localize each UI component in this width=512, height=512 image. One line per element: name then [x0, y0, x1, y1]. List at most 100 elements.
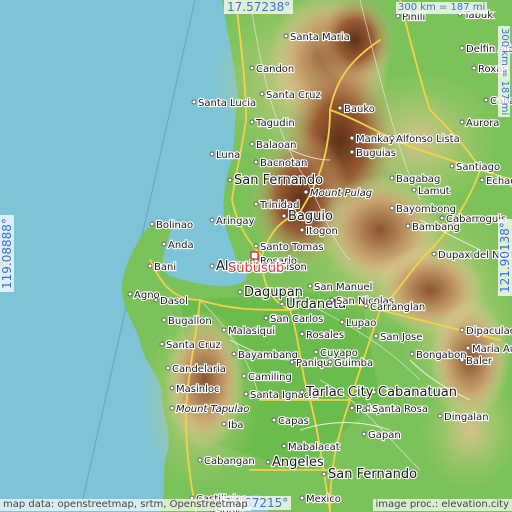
place-dot	[209, 263, 215, 269]
map-credit: map data: openstreetmap, srtm, Openstree…	[0, 499, 251, 511]
place-dot	[209, 151, 215, 157]
place-label: Iba	[228, 420, 243, 431]
place-dot	[197, 457, 203, 463]
place-label: Bagabag	[396, 174, 440, 185]
place-dot	[209, 217, 215, 223]
place-label: San Fernando	[328, 467, 417, 482]
place-label: Malasiqui	[228, 326, 275, 337]
place-label: Masinloc	[176, 384, 219, 395]
place-dot	[389, 175, 395, 181]
place-label: Dipaculao	[466, 326, 512, 337]
place-label: Buguias	[356, 148, 396, 159]
place-dot	[361, 431, 367, 437]
place-label: Mabalacat	[288, 442, 340, 453]
place-dot	[241, 373, 247, 379]
place-dot	[149, 221, 155, 227]
place-dot	[253, 243, 259, 249]
place-label: Paniqui	[296, 358, 332, 369]
place-dot	[249, 119, 255, 125]
place-dot	[349, 405, 355, 411]
place-label: Balaoan	[256, 140, 296, 151]
place-label: Dasol	[160, 296, 188, 307]
place-dot	[263, 315, 269, 321]
place-dot	[449, 163, 455, 169]
place-label: San Jose	[380, 332, 422, 343]
latitude-top-label: 17.57238°	[224, 0, 294, 14]
place-dot	[237, 289, 243, 295]
place-dot	[483, 97, 489, 103]
place-dot	[365, 405, 371, 411]
place-label: Capas	[278, 416, 309, 427]
place-label: Baler	[466, 356, 493, 367]
place-label: Bacnotan	[260, 158, 307, 169]
place-dot	[283, 33, 289, 39]
place-dot	[411, 187, 417, 193]
place-dot	[299, 495, 305, 501]
place-dot	[299, 389, 305, 395]
place-label: Bauko	[344, 104, 375, 115]
place-dot	[363, 303, 369, 309]
place-dot	[327, 359, 333, 365]
place-dot	[459, 45, 465, 51]
place-label: Aurora	[466, 118, 499, 129]
place-dot	[169, 385, 175, 391]
place-dot	[265, 459, 271, 465]
place-label: Bani	[154, 262, 176, 273]
place-dot	[389, 205, 395, 211]
place-dot	[253, 201, 259, 207]
place-label: Camiling	[248, 372, 292, 383]
place-dot	[243, 391, 249, 397]
image-credit: image proc.: elevation.city	[372, 499, 512, 511]
place-dot	[431, 251, 437, 257]
place-label: Echague	[486, 176, 512, 187]
longitude-right-label: 121.90138°	[498, 219, 512, 296]
terrain-map[interactable]: PiniliTabukSanta MariaDelfin AlbanoCando…	[0, 0, 512, 512]
place-dot	[281, 443, 287, 449]
place-label: Rosales	[306, 330, 344, 341]
place-label: Bolinao	[156, 220, 193, 231]
place-label: Bambang	[412, 222, 460, 233]
place-dot	[191, 99, 197, 105]
place-label: Luna	[216, 150, 240, 161]
place-label: Cabanatuan	[378, 385, 457, 400]
map-canvas: PiniliTabukSanta MariaDelfin AlbanoCando…	[0, 0, 512, 512]
scale-bar-top: 300 km = 187 mi	[396, 2, 488, 14]
place-dot	[373, 333, 379, 339]
place-dot	[299, 331, 305, 337]
place-label: Aringay	[216, 216, 255, 227]
place-dot	[349, 135, 355, 141]
marker-label: Subusub	[228, 261, 284, 276]
place-label: Cabangan	[204, 456, 255, 467]
place-dot	[281, 213, 287, 219]
location-marker[interactable]	[250, 251, 259, 260]
place-dot	[313, 349, 319, 355]
place-dot	[227, 177, 233, 183]
place-label: Mount Tapulao	[176, 404, 249, 415]
place-label: Tarlac City	[305, 385, 374, 400]
place-label: Santo Tomas	[260, 242, 324, 253]
place-label: Tagudin	[255, 118, 295, 129]
place-label: Itogon	[306, 226, 338, 237]
place-dot	[303, 189, 309, 195]
place-dot	[161, 241, 167, 247]
place-label: San Carlos	[270, 314, 323, 325]
scale-bar-right: 300 km = 187 mi	[498, 26, 510, 118]
place-dot	[271, 417, 277, 423]
place-label: Anda	[168, 240, 194, 251]
place-label: Candon	[256, 64, 294, 75]
place-dot	[479, 177, 485, 183]
place-label: Lamut	[418, 186, 450, 197]
place-dot	[221, 327, 227, 333]
place-label: Gapan	[368, 430, 401, 441]
place-dot	[307, 283, 313, 289]
place-label: Santa Cruz	[166, 340, 221, 351]
place-dot	[147, 263, 153, 269]
place-label: Dingalan	[444, 412, 489, 423]
place-label: Santa Maria	[290, 32, 350, 43]
place-label: San Manuel	[314, 282, 372, 293]
place-label: Carranglan	[370, 302, 425, 313]
place-dot	[459, 327, 465, 333]
place-dot	[259, 91, 265, 97]
place-dot	[161, 317, 167, 323]
place-dot	[153, 297, 159, 303]
